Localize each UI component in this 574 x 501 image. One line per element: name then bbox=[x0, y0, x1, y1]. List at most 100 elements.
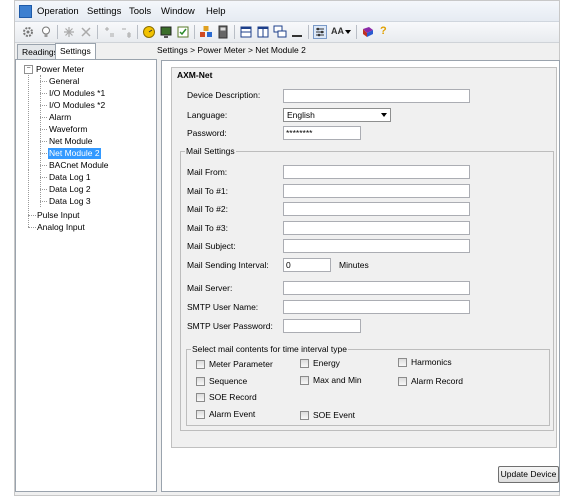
mail-settings-title: Mail Settings bbox=[185, 146, 236, 156]
mail-to-3-input[interactable] bbox=[283, 221, 470, 235]
alarm-event-checkbox[interactable] bbox=[196, 410, 205, 419]
language-select[interactable]: English bbox=[283, 108, 391, 122]
expand-icon[interactable] bbox=[102, 25, 116, 39]
help-icon-glyph: ? bbox=[380, 25, 387, 37]
alarm-record-checkbox[interactable] bbox=[398, 377, 407, 386]
mail-to-2-label: Mail To #2: bbox=[187, 204, 228, 214]
mail-server-label: Mail Server: bbox=[187, 283, 233, 293]
tree-node-analog-input[interactable]: Analog Input bbox=[37, 222, 85, 233]
tree-node-data-log-1[interactable]: Data Log 1 bbox=[49, 172, 91, 183]
max-and-min-label: Max and Min bbox=[313, 375, 362, 385]
tree-node-io-modules-1[interactable]: I/O Modules *1 bbox=[49, 88, 105, 99]
smtp-password-label: SMTP User Password: bbox=[187, 321, 273, 331]
settings-tree: − Power Meter General I/O Modules *1 I/O… bbox=[15, 60, 157, 492]
settings-form: AXM-Net Device Description: Language: En… bbox=[171, 67, 557, 448]
network-icon[interactable] bbox=[199, 25, 213, 39]
soe-event-checkbox[interactable] bbox=[300, 411, 309, 420]
sequence-label: Sequence bbox=[209, 376, 248, 386]
mail-interval-input[interactable] bbox=[283, 258, 331, 272]
app-icon bbox=[19, 5, 32, 18]
mail-interval-unit: Minutes bbox=[339, 260, 369, 270]
menu-tools[interactable]: Tools bbox=[129, 6, 151, 17]
device-description-label: Device Description: bbox=[187, 90, 261, 100]
left-tab-strip: Readings Settings bbox=[15, 43, 157, 60]
energy-label: Energy bbox=[313, 358, 340, 368]
energy-checkbox[interactable] bbox=[300, 359, 309, 368]
tree-node-io-modules-2[interactable]: I/O Modules *2 bbox=[49, 100, 105, 111]
tree-node-net-module[interactable]: Net Module bbox=[49, 136, 92, 147]
minimize-icon[interactable] bbox=[290, 25, 304, 39]
update-device-button[interactable]: Update Device bbox=[498, 466, 559, 483]
checkbox-icon[interactable] bbox=[176, 25, 190, 39]
tree-node-pulse-input[interactable]: Pulse Input bbox=[37, 210, 80, 221]
collapse-icon[interactable] bbox=[119, 25, 133, 39]
mail-to-2-input[interactable] bbox=[283, 202, 470, 216]
asterisk-icon[interactable] bbox=[62, 25, 76, 39]
soe-record-checkbox[interactable] bbox=[196, 393, 205, 402]
mail-to-1-label: Mail To #1: bbox=[187, 186, 228, 196]
tree-expander-icon[interactable]: − bbox=[24, 65, 33, 74]
tree-node-power-meter[interactable]: Power Meter bbox=[36, 64, 84, 75]
language-value: English bbox=[287, 110, 315, 120]
tree-node-data-log-2[interactable]: Data Log 2 bbox=[49, 184, 91, 195]
smtp-password-input[interactable] bbox=[283, 319, 361, 333]
mail-contents-title: Select mail contents for time interval t… bbox=[191, 344, 348, 354]
cascade-icon[interactable] bbox=[273, 25, 287, 39]
bulb-icon[interactable] bbox=[39, 25, 53, 39]
toolbar: AA ? bbox=[15, 22, 559, 43]
sequence-checkbox[interactable] bbox=[196, 377, 205, 386]
mail-subject-label: Mail Subject: bbox=[187, 241, 236, 251]
menu-help[interactable]: Help bbox=[206, 6, 226, 17]
tree-node-alarm[interactable]: Alarm bbox=[49, 112, 71, 123]
password-label: Password: bbox=[187, 128, 227, 138]
meter-parameter-checkbox[interactable] bbox=[196, 360, 205, 369]
tree-node-waveform[interactable]: Waveform bbox=[49, 124, 87, 135]
breadcrumb: Settings > Power Meter > Net Module 2 bbox=[157, 45, 306, 55]
axm-net-title: AXM-Net bbox=[176, 70, 214, 80]
calculator-icon[interactable] bbox=[216, 25, 230, 39]
max-and-min-checkbox[interactable] bbox=[300, 376, 309, 385]
soe-record-label: SOE Record bbox=[209, 392, 257, 402]
mail-subject-input[interactable] bbox=[283, 239, 470, 253]
mail-server-input[interactable] bbox=[283, 281, 470, 295]
chevron-down-icon bbox=[381, 113, 387, 117]
tree-node-bacnet-module[interactable]: BACnet Module bbox=[49, 160, 109, 171]
mail-from-label: Mail From: bbox=[187, 167, 228, 177]
password-input[interactable] bbox=[283, 126, 361, 140]
gear-icon[interactable] bbox=[21, 25, 35, 39]
meter-parameter-label: Meter Parameter bbox=[209, 359, 273, 369]
menu-operation[interactable]: Operation bbox=[37, 6, 79, 17]
font-icon[interactable]: AA bbox=[330, 25, 352, 39]
tree-node-net-module-2[interactable]: Net Module 2 bbox=[48, 148, 101, 159]
tree-node-data-log-3[interactable]: Data Log 3 bbox=[49, 196, 91, 207]
menu-bar: Operation Settings Tools Window Help bbox=[15, 1, 559, 22]
help-icon[interactable]: ? bbox=[377, 25, 391, 39]
tab-settings[interactable]: Settings bbox=[55, 43, 96, 59]
tile-vertical-icon[interactable] bbox=[256, 25, 270, 39]
close-x-icon[interactable] bbox=[79, 25, 93, 39]
soe-event-label: SOE Event bbox=[313, 410, 356, 420]
settings-panel: AXM-Net Device Description: Language: En… bbox=[161, 60, 560, 492]
chevron-down-icon[interactable] bbox=[345, 30, 351, 34]
menu-window[interactable]: Window bbox=[161, 6, 195, 17]
harmonics-checkbox[interactable] bbox=[398, 358, 407, 367]
meter-icon[interactable] bbox=[142, 25, 156, 39]
device-description-input[interactable] bbox=[283, 89, 470, 103]
monitor-icon[interactable] bbox=[159, 25, 173, 39]
smtp-user-label: SMTP User Name: bbox=[187, 302, 259, 312]
smtp-user-input[interactable] bbox=[283, 300, 470, 314]
mail-to-1-input[interactable] bbox=[283, 184, 470, 198]
menu-settings[interactable]: Settings bbox=[87, 6, 121, 17]
language-label: Language: bbox=[187, 110, 228, 120]
tile-horizontal-icon[interactable] bbox=[239, 25, 253, 39]
settings-panel-icon[interactable] bbox=[313, 25, 327, 39]
application-window: Operation Settings Tools Window Help AA … bbox=[14, 0, 560, 496]
alarm-record-label: Alarm Record bbox=[411, 376, 463, 386]
tree-connector bbox=[28, 70, 29, 170]
alarm-event-label: Alarm Event bbox=[209, 409, 256, 419]
mail-to-3-label: Mail To #3: bbox=[187, 223, 228, 233]
mail-from-input[interactable] bbox=[283, 165, 470, 179]
book-icon[interactable] bbox=[361, 25, 375, 39]
tree-node-general[interactable]: General bbox=[49, 76, 79, 87]
mail-interval-label: Mail Sending Interval: bbox=[187, 260, 269, 270]
